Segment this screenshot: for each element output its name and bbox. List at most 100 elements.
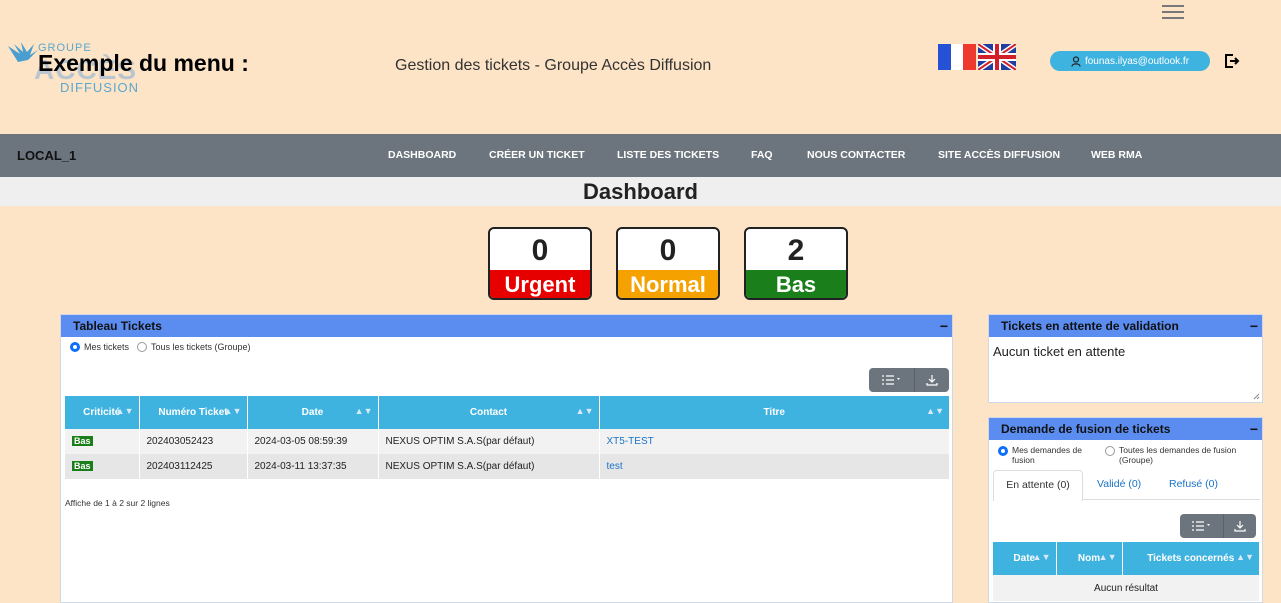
sort-icon: ▲▼ [115,406,134,416]
radio-mine[interactable] [70,342,80,352]
counter-normal-value: 0 [659,234,677,267]
user-icon [1071,55,1081,67]
filter-mine[interactable]: Mes tickets [70,342,129,352]
table-row[interactable]: Bas 202403112425 2024-03-11 13:37:35 NEX… [65,454,950,479]
merge-filter-group-label: Toutes les demandes de fusion (Groupe) [1119,445,1237,465]
app-title: Gestion des tickets - Groupe Accès Diffu… [395,57,712,74]
download-icon [926,375,938,386]
pending-panel-title: Tickets en attente de validation [1001,319,1179,333]
user-email: founas.ilyas@outlook.fr [1084,55,1190,67]
header: GROUPE ACCÈS DIFFUSION Exemple du menu :… [0,0,1281,134]
ticket-title-link[interactable]: test [607,461,623,472]
tab-refuse[interactable]: Refusé (0) [1169,470,1218,499]
merge-filter-mine[interactable]: Mes demandes de fusion [998,445,1098,465]
sort-icon: ▲▼ [223,406,242,416]
empty-row: Aucun résultat [993,575,1260,601]
filter-group[interactable]: Tous les tickets (Groupe) [137,342,251,352]
cell-numero: 202403052423 [139,429,248,454]
tickets-filter: Mes tickets Tous les tickets (Groupe) [70,342,251,352]
tickets-panel-title: Tableau Tickets [73,319,162,333]
col-numero[interactable]: Numéro Ticket ▲▼ [139,396,248,429]
sort-icon: ▲▼ [1032,552,1051,562]
tickets-toolbar [869,368,949,392]
merge-toolbar [1180,514,1256,538]
download-icon [1234,521,1246,532]
list-icon [881,375,900,385]
pending-panel: Tickets en attente de validation − Aucun… [988,314,1263,403]
page-title: Dashboard [583,179,698,204]
sort-icon: ▲▼ [926,406,944,416]
counter-normal[interactable]: 0 Normal [616,227,720,300]
counter-bas[interactable]: 2 Bas [744,227,848,300]
merge-filter-group[interactable]: Toutes les demandes de fusion (Groupe) [1105,445,1255,465]
pending-panel-minimize-button[interactable]: − [1250,315,1258,337]
columns-dropdown-button[interactable] [869,368,915,392]
export-button[interactable] [915,368,949,392]
counter-urgent-label: Urgent [490,270,590,298]
flag-fr-icon[interactable] [938,44,976,70]
cell-date: 2024-03-11 13:37:35 [247,454,379,479]
nav-create-ticket[interactable]: CRÉER UN TICKET [489,149,585,161]
resize-handle-icon[interactable] [1253,393,1260,400]
counter-bas-value: 2 [787,234,805,267]
tab-valide[interactable]: Validé (0) [1097,470,1141,499]
nav-faq[interactable]: FAQ [751,149,773,161]
merge-tabs: En attente (0) Validé (0) Refusé (0) [993,470,1260,501]
user-account-button[interactable]: founas.ilyas@outlook.fr [1050,51,1210,71]
ticket-title-link[interactable]: XT5-TEST [607,436,654,447]
counter-urgent-value: 0 [531,234,549,267]
tickets-table: Criticité ▲▼ Numéro Ticket ▲▼ Date ▲▼ Conta… [65,396,950,479]
counter-normal-label: Normal [618,270,718,298]
criticite-badge: Bas [72,436,93,446]
nav-dashboard[interactable]: DASHBOARD [388,149,456,161]
col-date[interactable]: Date ▲▼ [247,396,379,429]
radio-merge-mine[interactable] [998,446,1008,456]
tickets-panel: Tableau Tickets − Mes tickets Tous les t… [60,314,953,603]
nav-ticket-list[interactable]: LISTE DES TICKETS [617,149,719,161]
col-titre[interactable]: Titre ▲▼ [599,396,950,429]
filter-mine-label: Mes tickets [84,342,130,352]
merge-panel-header: Demande de fusion de tickets − [989,418,1262,440]
nav-web-rma[interactable]: WEB RMA [1091,149,1142,161]
merge-panel-title: Demande de fusion de tickets [1001,422,1171,436]
merge-panel-minimize-button[interactable]: − [1250,418,1258,440]
empty-result-text: Aucun résultat [993,575,1260,601]
logout-icon[interactable] [1224,53,1240,69]
cell-numero: 202403112425 [139,454,248,479]
table-footer: Affiche de 1 à 2 sur 2 lignes [65,498,170,508]
col-merge-nom[interactable]: Nom ▲▼ [1056,542,1123,575]
col-merge-tickets[interactable]: Tickets concernés ▲▼ [1122,542,1260,575]
merge-columns-dropdown-button[interactable] [1180,514,1224,538]
nav-contact[interactable]: NOUS CONTACTER [807,149,905,161]
col-criticite[interactable]: Criticité ▲▼ [65,396,140,429]
flag-uk-icon[interactable] [978,44,1016,70]
logo-text-diffusion: DIFFUSION [60,80,140,95]
sort-icon: ▲▼ [1098,552,1117,562]
col-contact[interactable]: Contact ▲▼ [378,396,600,429]
table-row[interactable]: Bas 202403052423 2024-03-05 08:59:39 NEX… [65,429,950,454]
tickets-table-wrapper: Criticité ▲▼ Numéro Ticket ▲▼ Date ▲▼ Conta… [65,396,950,479]
cell-contact: NEXUS OPTIM S.A.S(par défaut) [378,454,600,479]
counter-urgent[interactable]: 0 Urgent [488,227,592,300]
hamburger-icon[interactable] [1162,2,1184,20]
main-navbar: LOCAL_1 DASHBOARD CRÉER UN TICKET LISTE … [0,134,1281,177]
merge-table-wrapper: Date ▲▼ Nom ▲▼ Tickets concernés ▲▼ Aucun r… [993,542,1260,601]
merge-table: Date ▲▼ Nom ▲▼ Tickets concernés ▲▼ Aucun r… [993,542,1260,601]
merge-export-button[interactable] [1224,514,1256,538]
criticite-badge: Bas [72,461,93,471]
navbar-brand[interactable]: LOCAL_1 [17,148,76,163]
tickets-panel-header: Tableau Tickets − [61,315,952,337]
pending-panel-header: Tickets en attente de validation − [989,315,1262,337]
tickets-panel-minimize-button[interactable]: − [940,315,948,337]
sort-icon: ▲▼ [354,406,373,416]
tab-en-attente[interactable]: En attente (0) [993,470,1083,501]
pending-empty-text: Aucun ticket en attente [993,344,1126,359]
col-merge-date[interactable]: Date ▲▼ [993,542,1057,575]
list-icon [1191,521,1210,531]
nav-site[interactable]: SITE ACCÈS DIFFUSION [938,149,1060,161]
radio-group[interactable] [137,342,148,352]
radio-merge-group[interactable] [1105,446,1115,456]
cell-contact: NEXUS OPTIM S.A.S(par défaut) [378,429,600,454]
sort-icon: ▲▼ [575,406,594,416]
cell-date: 2024-03-05 08:59:39 [247,429,379,454]
